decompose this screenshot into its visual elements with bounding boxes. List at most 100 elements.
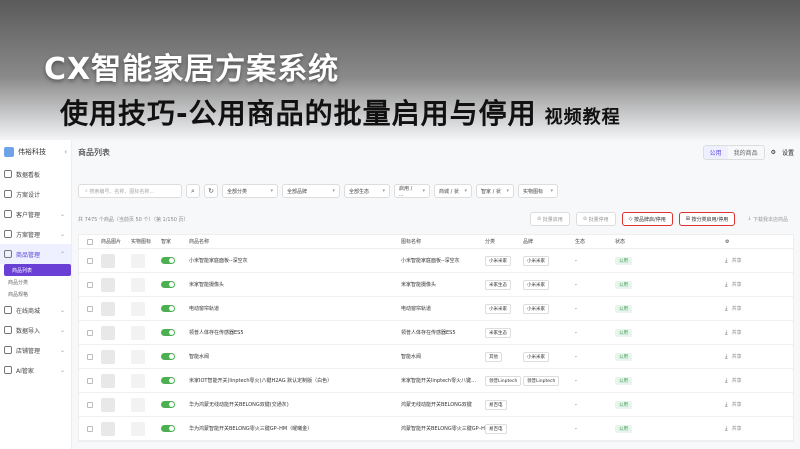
product-icon-image[interactable]	[131, 277, 145, 292]
smarthome-toggle[interactable]	[161, 401, 175, 408]
brand-logo-icon	[4, 147, 14, 157]
product-image[interactable]	[101, 349, 115, 364]
smarthome-toggle[interactable]	[161, 281, 175, 288]
product-image[interactable]	[101, 421, 115, 436]
download-button[interactable]: ↓ 下载我本店商品	[741, 212, 794, 226]
download-icon[interactable]: ⤓	[725, 329, 728, 337]
product-icon-image[interactable]	[131, 397, 145, 412]
row-checkbox[interactable]	[87, 425, 93, 432]
sidebar-item-store[interactable]: 店铺管理 ⌄	[0, 340, 71, 360]
product-image[interactable]	[101, 301, 115, 316]
search-input[interactable]: ⌕ 搜索编号、名称、图标名称…	[78, 184, 182, 198]
download-icon[interactable]: ⤓	[725, 425, 728, 433]
product-icon-image[interactable]	[131, 373, 145, 388]
enabled-select[interactable]: 启用 / ...	[394, 184, 430, 198]
toggle-by-brand-button[interactable]: ◇ 按品牌启/停用	[621, 212, 673, 226]
sidebar-item-import[interactable]: 数据导入 ⌄	[0, 320, 71, 340]
smarthome-toggle[interactable]	[161, 329, 175, 336]
bulk-disable-button[interactable]: ⊘ 批量停用	[575, 212, 616, 226]
tab-mine[interactable]: 我的商品	[728, 146, 764, 159]
sidebar-subitem-product-list[interactable]: 商品列表	[4, 264, 71, 276]
header-right: 公用 我的商品 ⚙ 设置	[702, 144, 794, 160]
sidebar-item-mall[interactable]: 在线商城 ⌄	[0, 300, 71, 320]
table-row[interactable]: 华为鸿蒙无线动能开关BELONG双键(交通灰) 鸿蒙无线动能开关BELONG双键…	[79, 393, 793, 417]
table-row[interactable]: 小米智能家庭面板--深空灰 小米智能家庭面板--深空灰 小米米家 小米米家 - …	[79, 249, 793, 273]
sidebar-subitem-categories[interactable]: 商品分类	[0, 276, 71, 288]
table-row[interactable]: 电动窗帘轨道 电动窗帘轨道 小米米家 小米米家 - 公用 ⤓ 共享	[79, 297, 793, 321]
smarthome-toggle[interactable]	[161, 377, 175, 384]
select-all-checkbox[interactable]	[87, 238, 93, 245]
row-checkbox[interactable]	[87, 281, 93, 288]
smarthome-toggle[interactable]	[161, 305, 175, 312]
search-button[interactable]: ⌕	[186, 184, 200, 198]
refresh-button[interactable]: ↻	[204, 184, 218, 198]
mall-status-select[interactable]: 商城 / 状	[434, 184, 472, 198]
icon-name: 米家智能摄像头	[401, 282, 437, 288]
brand[interactable]: 伟裕科技 ‹	[0, 140, 71, 164]
col-category: 分类	[485, 239, 496, 245]
product-image[interactable]	[101, 397, 115, 412]
app-window: 伟裕科技 ‹ 数据看板 方案设计 客户管理 ⌄ 方案管理 ⌄ 商品管理 ⌃ 商品列表 …	[0, 140, 800, 449]
download-icon[interactable]: ⤓	[725, 401, 728, 409]
category-tag: 米家生态	[485, 279, 511, 290]
row-checkbox[interactable]	[87, 401, 93, 408]
product-image[interactable]	[101, 325, 115, 340]
product-icon-image[interactable]	[131, 325, 145, 340]
product-image[interactable]	[101, 277, 115, 292]
icon-filter-select[interactable]: 实物图标	[518, 184, 558, 198]
smarthome-toggle[interactable]	[161, 257, 175, 264]
table-row[interactable]: 米家智能摄像头 米家智能摄像头 米家生态 小米米家 - 公用 ⤓ 共享	[79, 273, 793, 297]
smarthome-toggle[interactable]	[161, 353, 175, 360]
brand-select[interactable]: 全部品牌	[282, 184, 340, 198]
smarthome-status-select[interactable]: 智家 / 状	[476, 184, 514, 198]
share-link[interactable]: 共享	[732, 353, 742, 360]
product-icon-image[interactable]	[131, 301, 145, 316]
product-icon-image[interactable]	[131, 349, 145, 364]
product-image[interactable]	[101, 253, 115, 268]
download-icon[interactable]: ⤓	[725, 377, 728, 385]
share-link[interactable]: 共享	[732, 257, 742, 264]
sidebar-item-ai[interactable]: AI管家 ⌄	[0, 360, 71, 380]
table-row[interactable]: 智能水阀 智能水阀 其他 小米米家 - 公用 ⤓ 共享	[79, 345, 793, 369]
toggle-by-category-button[interactable]: ⊞ 按分类启用/停用	[678, 212, 736, 226]
share-link[interactable]: 共享	[732, 305, 742, 312]
row-checkbox[interactable]	[87, 353, 93, 360]
download-icon[interactable]: ⤓	[725, 353, 728, 361]
product-icon-image[interactable]	[131, 421, 145, 436]
row-checkbox[interactable]	[87, 377, 93, 384]
share-link[interactable]: 共享	[732, 401, 742, 408]
sidebar-item-products[interactable]: 商品管理 ⌃	[0, 244, 71, 264]
share-link[interactable]: 共享	[732, 281, 742, 288]
tab-public[interactable]: 公用	[703, 145, 728, 159]
row-checkbox[interactable]	[87, 305, 93, 312]
download-icon[interactable]: ⤓	[725, 305, 728, 313]
row-checkbox[interactable]	[87, 257, 93, 264]
product-name: 智能水阀	[189, 354, 210, 360]
download-icon[interactable]: ⤓	[725, 281, 728, 289]
ecosystem-select[interactable]: 全部生态	[344, 184, 390, 198]
column-settings-gear-icon[interactable]: ⚙	[725, 239, 729, 245]
category-select[interactable]: 全部分类	[222, 184, 278, 198]
col-icon: 实物图标	[131, 239, 152, 245]
sidebar-item-customers[interactable]: 客户管理 ⌄	[0, 204, 71, 224]
table-row[interactable]: 华为鸿蒙智能开关BELONG零火三键GP–HM（曜曦金） 鸿蒙智能开关BELON…	[79, 417, 793, 441]
settings-link[interactable]: 设置	[782, 148, 794, 157]
product-image[interactable]	[101, 373, 115, 388]
share-link[interactable]: 共享	[732, 425, 742, 432]
share-link[interactable]: 共享	[732, 377, 742, 384]
table-row[interactable]: 领普人体存在传感器ES5 领普人体存在传感器ES5 米家生态 - 公用 ⤓ 共享	[79, 321, 793, 345]
sidebar-item-dashboard[interactable]: 数据看板	[0, 164, 71, 184]
table-row[interactable]: 米家IOT智能开关(linptech零火)八键H2AG 默认定制版（白色） 米家…	[79, 369, 793, 393]
row-checkbox[interactable]	[87, 329, 93, 336]
bulk-enable-button[interactable]: ⊘ 批量启用	[530, 212, 570, 226]
chevron-down-icon[interactable]: ‹	[64, 148, 67, 156]
share-link[interactable]: 共享	[732, 329, 742, 336]
gear-icon[interactable]: ⚙	[771, 149, 776, 156]
product-icon-image[interactable]	[131, 253, 145, 268]
sidebar-item-plans[interactable]: 方案管理 ⌄	[0, 224, 71, 244]
sidebar-item-design[interactable]: 方案设计	[0, 184, 71, 204]
smarthome-toggle[interactable]	[161, 425, 175, 432]
download-icon[interactable]: ⤓	[725, 257, 728, 265]
sidebar-subitem-specs[interactable]: 商品规格	[0, 288, 71, 300]
import-icon	[4, 326, 12, 334]
